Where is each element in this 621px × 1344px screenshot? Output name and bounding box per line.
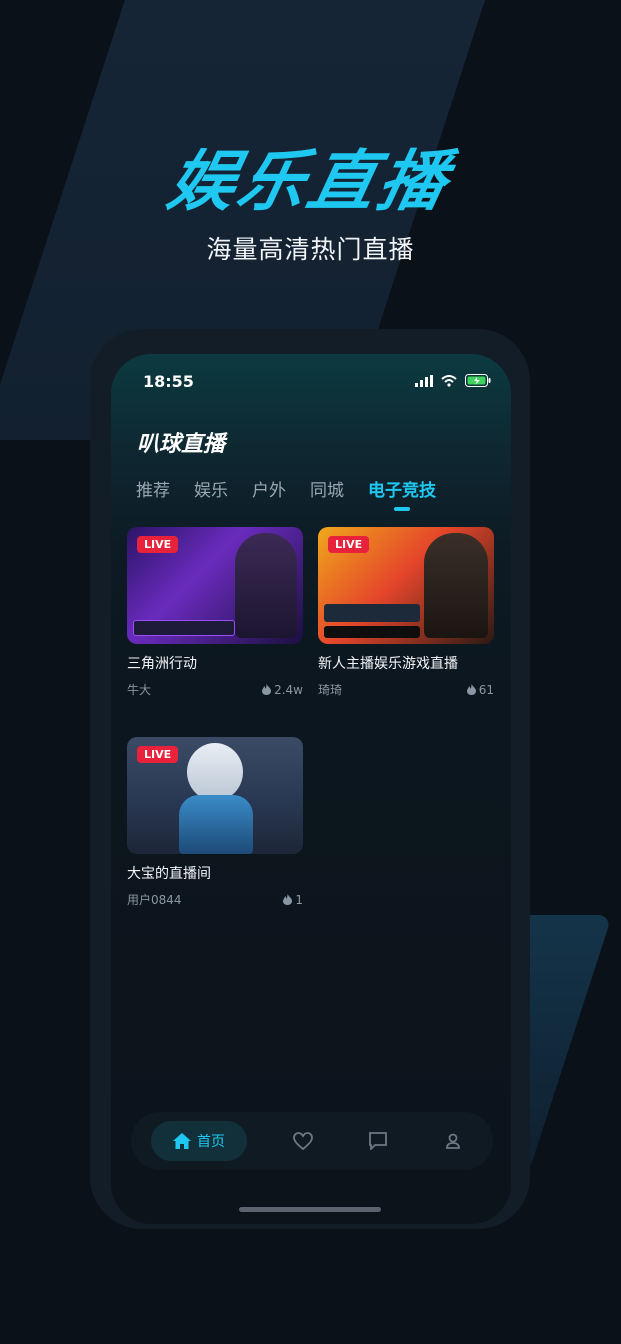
- stream-card[interactable]: LIVE 三角洲行动 牛大 2.4w: [127, 527, 303, 698]
- heart-icon: [293, 1132, 313, 1150]
- hero-subtitle: 海量高清热门直播: [206, 235, 415, 264]
- live-badge: LIVE: [328, 536, 370, 553]
- tab-entertainment[interactable]: 娱乐: [194, 476, 228, 501]
- flame-icon: [262, 684, 272, 695]
- flame-icon: [283, 894, 293, 905]
- stream-thumbnail: LIVE: [318, 527, 494, 644]
- status-bar: 18:55: [143, 372, 491, 392]
- stream-card[interactable]: LIVE 新人主播娱乐游戏直播 琦琦 61: [318, 527, 494, 698]
- stream-thumbnail: LIVE: [127, 737, 303, 854]
- heat-count: 61: [466, 681, 494, 698]
- streamer-name: 用户0844: [127, 893, 182, 907]
- hero-title: 娱乐直播: [161, 143, 458, 220]
- battery-icon: [465, 374, 491, 387]
- nav-messages[interactable]: [358, 1121, 398, 1161]
- user-icon: [446, 1133, 460, 1149]
- stream-meta: 牛大 2.4w: [127, 681, 303, 698]
- active-tab-indicator: [394, 507, 410, 511]
- nav-profile[interactable]: [433, 1121, 473, 1161]
- heat-count: 2.4w: [262, 681, 303, 698]
- wifi-icon: [441, 374, 457, 387]
- stream-card[interactable]: LIVE 大宝的直播间 用户0844 1: [127, 737, 303, 908]
- stream-meta: 琦琦 61: [318, 681, 494, 698]
- schedule-bar: [324, 626, 420, 638]
- stream-title: 大宝的直播间: [127, 866, 211, 882]
- tab-recommend[interactable]: 推荐: [136, 476, 170, 501]
- tab-outdoor[interactable]: 户外: [252, 476, 286, 501]
- phone-screen: 18:55 叭球直播 推荐 娱乐 户外 同城 电子竞技 LIVE 三角洲行动 牛…: [111, 354, 511, 1224]
- nav-home[interactable]: 首页: [151, 1121, 247, 1161]
- status-time: 18:55: [143, 372, 194, 391]
- stream-title: 新人主播娱乐游戏直播: [318, 656, 458, 672]
- signal-icon: [415, 374, 433, 387]
- streamer-name: 牛大: [127, 683, 152, 697]
- character-body: [179, 795, 253, 854]
- tab-esports[interactable]: 电子竞技: [368, 476, 436, 511]
- stream-meta: 用户0844 1: [127, 891, 303, 908]
- schedule-bar: [133, 620, 235, 636]
- live-badge: LIVE: [137, 536, 179, 553]
- status-icons: [415, 374, 491, 387]
- stream-title: 三角洲行动: [127, 656, 197, 672]
- nav-favorites[interactable]: [283, 1121, 323, 1161]
- streamer-illustration: [235, 533, 297, 638]
- heat-count: 1: [283, 891, 303, 908]
- tab-local[interactable]: 同城: [310, 476, 344, 501]
- nav-home-label: 首页: [197, 1134, 225, 1150]
- streamer-illustration: [424, 533, 488, 638]
- app-title: 叭球直播: [137, 432, 226, 457]
- chat-icon: [369, 1132, 387, 1150]
- home-indicator: [239, 1207, 381, 1212]
- flame-icon: [466, 684, 476, 695]
- character-head: [187, 743, 243, 801]
- category-tabs: 推荐 娱乐 户外 同城 电子竞技: [136, 476, 436, 511]
- sticker-row: [324, 604, 420, 622]
- home-icon: [173, 1133, 191, 1149]
- bottom-nav: 首页: [131, 1112, 493, 1170]
- stream-thumbnail: LIVE: [127, 527, 303, 644]
- live-badge: LIVE: [137, 746, 179, 763]
- streamer-name: 琦琦: [318, 683, 343, 697]
